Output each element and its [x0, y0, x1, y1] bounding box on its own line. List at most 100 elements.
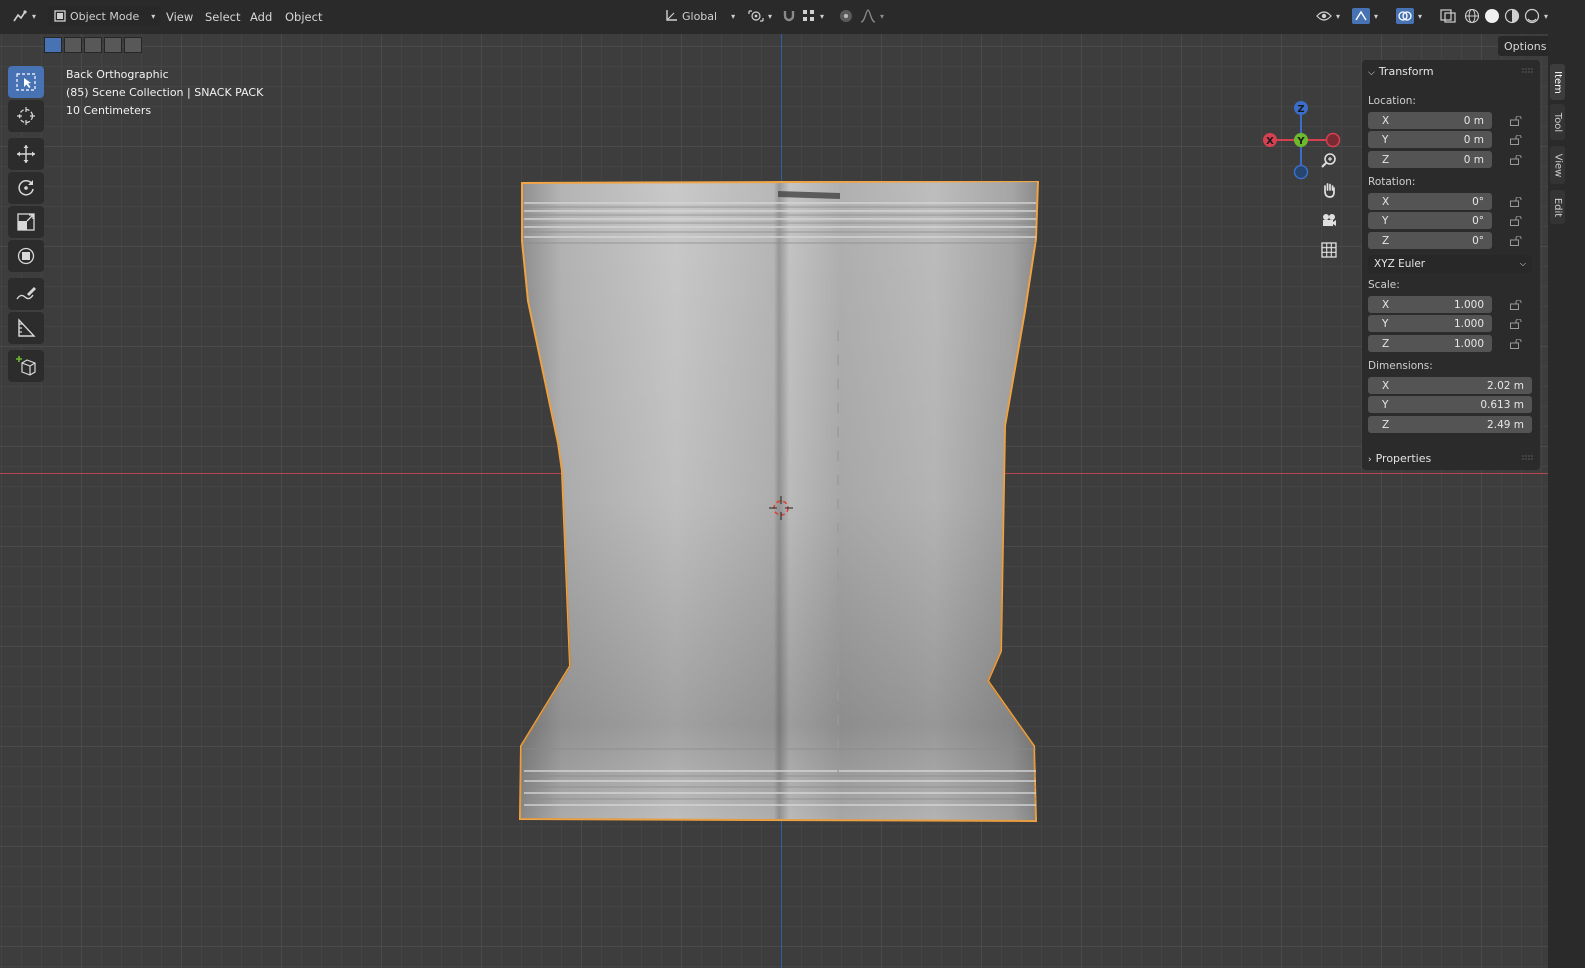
shading-wireframe-button[interactable] [1464, 6, 1480, 26]
shading-material-button[interactable] [1504, 6, 1520, 26]
proportional-edit-toggle[interactable] [838, 6, 854, 26]
selection-mode-buttons[interactable] [44, 37, 142, 53]
lock-icon[interactable] [1510, 319, 1522, 329]
drag-handle-icon[interactable] [1522, 455, 1534, 461]
lock-icon[interactable] [1510, 216, 1522, 226]
scale-z-field[interactable]: Z 1.000 [1368, 335, 1492, 352]
dimensions-z-field[interactable]: Z 2.49 m [1368, 416, 1532, 433]
axis-label: Y [1382, 214, 1389, 227]
overlays-toggle[interactable]: ▾ [1396, 6, 1422, 26]
menu-add[interactable]: Add [250, 10, 272, 24]
gizmo-x-label: X [1266, 136, 1274, 147]
tab-label: Item [1552, 70, 1564, 94]
snap-toggle[interactable] [782, 6, 796, 26]
location-x-field[interactable]: X 0 m [1368, 112, 1492, 129]
rotation-x-field[interactable]: X 0° [1368, 193, 1492, 210]
shading-rendered-button[interactable]: ▾ [1524, 6, 1548, 26]
properties-panel-header[interactable]: › Properties [1368, 452, 1431, 465]
axis-label: Z [1382, 153, 1390, 166]
select-new-icon[interactable] [44, 37, 62, 53]
scale-label: Scale: [1368, 279, 1400, 291]
visibility-button[interactable]: ▾ [1316, 6, 1340, 26]
dimensions-label: Dimensions: [1368, 360, 1433, 372]
axis-label: X [1382, 195, 1390, 208]
dimensions-y-field[interactable]: Y 0.613 m [1368, 396, 1532, 413]
rotation-mode-dropdown[interactable]: XYZ Euler ⌵ [1368, 255, 1532, 273]
xray-toggle[interactable] [1440, 6, 1456, 26]
falloff-curve-icon [860, 9, 876, 23]
camera-icon[interactable] [1316, 207, 1342, 233]
scale-x-field[interactable]: X 1.000 [1368, 296, 1492, 313]
field-value: 0 m [1463, 114, 1484, 127]
pivot-icon [748, 10, 764, 22]
axis-label: X [1382, 298, 1390, 311]
lock-icon[interactable] [1510, 300, 1522, 310]
overlays-icon [1396, 8, 1414, 24]
editor-type-button[interactable]: ▾ [12, 6, 36, 26]
rotate-icon[interactable] [8, 172, 44, 204]
scale-y-field[interactable]: Y 1.000 [1368, 315, 1492, 332]
chevron-down-icon: ▾ [151, 11, 156, 21]
falloff-button[interactable]: ▾ [860, 6, 884, 26]
select-box-icon[interactable] [8, 66, 44, 98]
tab-view[interactable]: View [1550, 146, 1565, 184]
3d-cursor-icon[interactable] [769, 496, 793, 520]
transform-panel-header[interactable]: ⌵ Transform [1368, 65, 1434, 78]
pivot-point-button[interactable]: ▾ [748, 6, 772, 26]
grid-view-icon[interactable] [1316, 237, 1342, 263]
chevron-down-icon: ▾ [820, 11, 825, 21]
transform-icon[interactable] [8, 240, 44, 272]
tab-item[interactable]: Item [1550, 64, 1565, 100]
rotation-z-field[interactable]: Z 0° [1368, 232, 1492, 249]
select-subtract-icon[interactable] [84, 37, 102, 53]
lock-icon[interactable] [1510, 339, 1522, 349]
tab-label: View [1552, 153, 1564, 177]
field-value: 0.613 m [1480, 398, 1524, 411]
add-cube-icon[interactable] [8, 350, 44, 382]
rotation-mode-value: XYZ Euler [1374, 258, 1426, 270]
menu-select[interactable]: Select [205, 10, 240, 24]
drag-handle-icon[interactable] [1522, 68, 1534, 74]
3d-viewport[interactable]: Back Orthographic (85) Scene Collection … [0, 34, 1548, 968]
zoom-icon[interactable] [1316, 147, 1342, 173]
location-z-field[interactable]: Z 0 m [1368, 151, 1492, 168]
cursor-icon[interactable] [8, 100, 44, 132]
annotate-icon[interactable] [8, 278, 44, 310]
transform-title: Transform [1378, 65, 1434, 78]
snap-target-button[interactable]: ▾ [802, 6, 824, 26]
lock-icon[interactable] [1510, 135, 1522, 145]
scale-icon[interactable] [8, 206, 44, 238]
tab-label: Edit [1552, 197, 1563, 217]
select-invert-icon[interactable] [104, 37, 122, 53]
field-value: 1.000 [1453, 337, 1484, 350]
lock-icon[interactable] [1510, 236, 1522, 246]
chevron-down-icon: ▾ [880, 11, 885, 21]
select-extend-icon[interactable] [64, 37, 82, 53]
tab-edit[interactable]: Edit [1550, 190, 1565, 224]
select-intersect-icon[interactable] [124, 37, 142, 53]
menu-view[interactable]: View [166, 10, 193, 24]
transform-orientation-dropdown[interactable]: Global ▾ [664, 6, 735, 26]
rotation-y-field[interactable]: Y 0° [1368, 212, 1492, 229]
measure-icon[interactable] [8, 312, 44, 344]
tab-tool[interactable]: Tool [1550, 104, 1565, 140]
gizmo-z-label: Z [1297, 104, 1304, 115]
lock-icon[interactable] [1510, 155, 1522, 165]
field-value: 2.02 m [1487, 379, 1524, 392]
move-icon[interactable] [8, 138, 44, 170]
magnet-icon [783, 11, 795, 22]
menu-object[interactable]: Object [285, 10, 322, 24]
pan-hand-icon[interactable] [1316, 177, 1342, 203]
chevron-right-icon: › [1368, 455, 1372, 465]
gizmo-toggle-icon [1352, 8, 1370, 24]
xray-icon [1440, 9, 1456, 23]
location-y-field[interactable]: Y 0 m [1368, 131, 1492, 148]
wireframe-sphere-icon [1464, 8, 1480, 24]
mode-dropdown[interactable]: Object Mode ▾ [48, 6, 162, 26]
gizmo-toggle[interactable]: ▾ [1352, 6, 1378, 26]
lock-icon[interactable] [1510, 197, 1522, 207]
shading-solid-button[interactable] [1484, 6, 1500, 26]
gizmo-y-label: Y [1296, 136, 1305, 147]
dimensions-x-field[interactable]: X 2.02 m [1368, 377, 1532, 394]
lock-icon[interactable] [1510, 116, 1522, 126]
